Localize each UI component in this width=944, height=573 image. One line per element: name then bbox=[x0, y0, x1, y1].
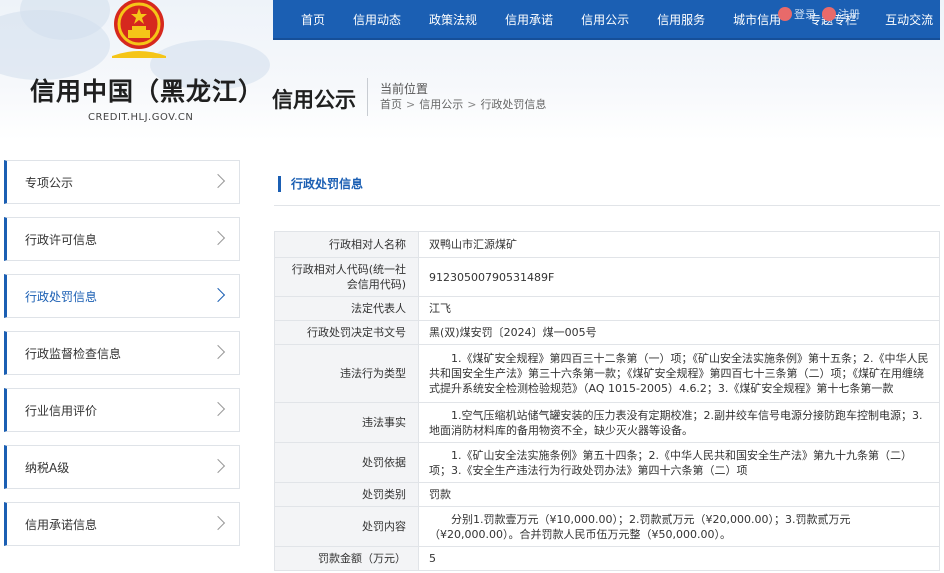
nav-item-credit-commitment[interactable]: 信用承诺 bbox=[491, 11, 567, 28]
sidebar: 专项公示 行政许可信息 行政处罚信息 行政监督检查信息 行业信用评价 纳税A级 … bbox=[4, 160, 240, 559]
row-label: 处罚类别 bbox=[274, 482, 419, 507]
breadcrumb-current: 行政处罚信息 bbox=[480, 98, 547, 111]
table-row: 处罚类别 罚款 bbox=[274, 482, 940, 507]
row-label: 处罚依据 bbox=[274, 442, 419, 483]
row-label: 法定代表人 bbox=[274, 296, 419, 321]
login-label: 登录 bbox=[794, 8, 816, 21]
user-tools: 登录 注册 bbox=[778, 6, 866, 22]
row-value: 1.空气压缩机站储气罐安装的压力表没有定期校准；2.副井绞车信号电源分接防跑车控… bbox=[418, 402, 940, 443]
breadcrumb-separator-icon: > bbox=[406, 98, 416, 111]
breadcrumb-separator-icon: > bbox=[467, 98, 477, 111]
chevron-right-icon bbox=[210, 173, 226, 189]
row-label: 违法事实 bbox=[274, 402, 419, 443]
nav-item-credit-service[interactable]: 信用服务 bbox=[643, 11, 719, 28]
title-divider bbox=[367, 78, 368, 116]
row-value: 罚款 bbox=[418, 482, 940, 507]
sidebar-item-special-disclosure[interactable]: 专项公示 bbox=[4, 160, 240, 204]
table-row: 违法行为类型 1.《煤矿安全规程》第四百三十二条第（一）项；《矿山安全法实施条例… bbox=[274, 344, 940, 403]
sidebar-item-admin-license[interactable]: 行政许可信息 bbox=[4, 217, 240, 261]
row-value: 分别1.罚款壹万元（¥10,000.00）；2.罚款贰万元（¥20,000.00… bbox=[418, 506, 940, 547]
national-emblem-icon bbox=[112, 0, 166, 58]
row-label: 行政相对人名称 bbox=[274, 231, 419, 258]
table-row: 罚款金额（万元） 5 bbox=[274, 546, 940, 571]
table-row: 行政处罚决定书文号 黑(双)煤安罚〔2024〕煤一005号 bbox=[274, 320, 940, 345]
site-domain: CREDIT.HLJ.GOV.CN bbox=[88, 112, 194, 123]
row-value: 双鸭山市汇源煤矿 bbox=[418, 231, 940, 258]
table-row: 处罚内容 分别1.罚款壹万元（¥10,000.00）；2.罚款贰万元（¥20,0… bbox=[274, 506, 940, 547]
table-row: 行政相对人代码(统一社会信用代码) 91230500790531489F bbox=[274, 257, 940, 297]
register-icon bbox=[822, 7, 836, 21]
nav-item-credit-disclosure[interactable]: 信用公示 bbox=[567, 11, 643, 28]
row-value: 黑(双)煤安罚〔2024〕煤一005号 bbox=[418, 320, 940, 345]
table-row: 行政相对人名称 双鸭山市汇源煤矿 bbox=[274, 231, 940, 258]
sidebar-item-industry-rating[interactable]: 行业信用评价 bbox=[4, 388, 240, 432]
row-label: 罚款金额（万元） bbox=[274, 546, 419, 571]
sidebar-item-credit-commitment[interactable]: 信用承诺信息 bbox=[4, 502, 240, 546]
row-label: 违法行为类型 bbox=[274, 344, 419, 403]
row-value: 91230500790531489F bbox=[418, 257, 940, 297]
table-row: 法定代表人 江飞 bbox=[274, 296, 940, 321]
chevron-right-icon bbox=[210, 230, 226, 246]
row-label: 处罚内容 bbox=[274, 506, 419, 547]
sidebar-item-supervision-inspection[interactable]: 行政监督检查信息 bbox=[4, 331, 240, 375]
row-value: 江飞 bbox=[418, 296, 940, 321]
chevron-right-icon bbox=[210, 515, 226, 531]
sidebar-item-label: 纳税A级 bbox=[25, 460, 70, 475]
register-link[interactable]: 注册 bbox=[822, 6, 860, 22]
sidebar-item-label: 信用承诺信息 bbox=[25, 517, 98, 532]
table-row: 违法事实 1.空气压缩机站储气罐安装的压力表没有定期校准；2.副井绞车信号电源分… bbox=[274, 402, 940, 443]
row-label: 行政相对人代码(统一社会信用代码) bbox=[274, 257, 419, 297]
row-value: 5 bbox=[418, 546, 940, 571]
row-value: 1.《矿山安全法实施条例》第五十四条；2.《中华人民共和国安全生产法》第九十九条… bbox=[418, 442, 940, 483]
content-heading: 行政处罚信息 bbox=[278, 176, 363, 192]
login-link[interactable]: 登录 bbox=[778, 6, 816, 22]
chevron-right-icon bbox=[210, 344, 226, 360]
chevron-right-icon bbox=[210, 401, 226, 417]
row-value: 1.《煤矿安全规程》第四百三十二条第（一）项；《矿山安全法实施条例》第十五条；2… bbox=[418, 344, 940, 403]
sidebar-item-label: 行业信用评价 bbox=[25, 403, 98, 418]
table-row: 处罚依据 1.《矿山安全法实施条例》第五十四条；2.《中华人民共和国安全生产法》… bbox=[274, 442, 940, 483]
nav-item-home[interactable]: 首页 bbox=[273, 11, 339, 28]
sidebar-item-label: 行政监督检查信息 bbox=[25, 346, 122, 361]
site-title: 信用中国（黑龙江） bbox=[30, 77, 265, 106]
login-icon bbox=[778, 7, 792, 21]
breadcrumb: 首页 > 信用公示 > 行政处罚信息 bbox=[380, 96, 546, 112]
section-title: 信用公示 bbox=[272, 88, 356, 112]
sidebar-item-label: 行政许可信息 bbox=[25, 232, 98, 247]
sidebar-item-label: 行政处罚信息 bbox=[25, 289, 98, 304]
sidebar-item-tax-a-grade[interactable]: 纳税A级 bbox=[4, 445, 240, 489]
breadcrumb-home-link[interactable]: 首页 bbox=[380, 96, 402, 112]
row-label: 行政处罚决定书文号 bbox=[274, 320, 419, 345]
location-label: 当前位置 bbox=[380, 82, 429, 96]
register-label: 注册 bbox=[838, 8, 860, 21]
nav-item-interaction[interactable]: 互动交流 bbox=[871, 11, 944, 28]
penalty-detail-table: 行政相对人名称 双鸭山市汇源煤矿 行政相对人代码(统一社会信用代码) 91230… bbox=[274, 231, 940, 571]
nav-item-credit-news[interactable]: 信用动态 bbox=[339, 11, 415, 28]
nav-item-policies[interactable]: 政策法规 bbox=[415, 11, 491, 28]
sidebar-item-label: 专项公示 bbox=[25, 175, 74, 190]
breadcrumb-section-link[interactable]: 信用公示 bbox=[419, 96, 463, 112]
chevron-right-icon bbox=[210, 287, 226, 303]
sidebar-item-admin-penalty[interactable]: 行政处罚信息 bbox=[4, 274, 240, 318]
chevron-right-icon bbox=[210, 458, 226, 474]
content-divider bbox=[274, 205, 940, 206]
